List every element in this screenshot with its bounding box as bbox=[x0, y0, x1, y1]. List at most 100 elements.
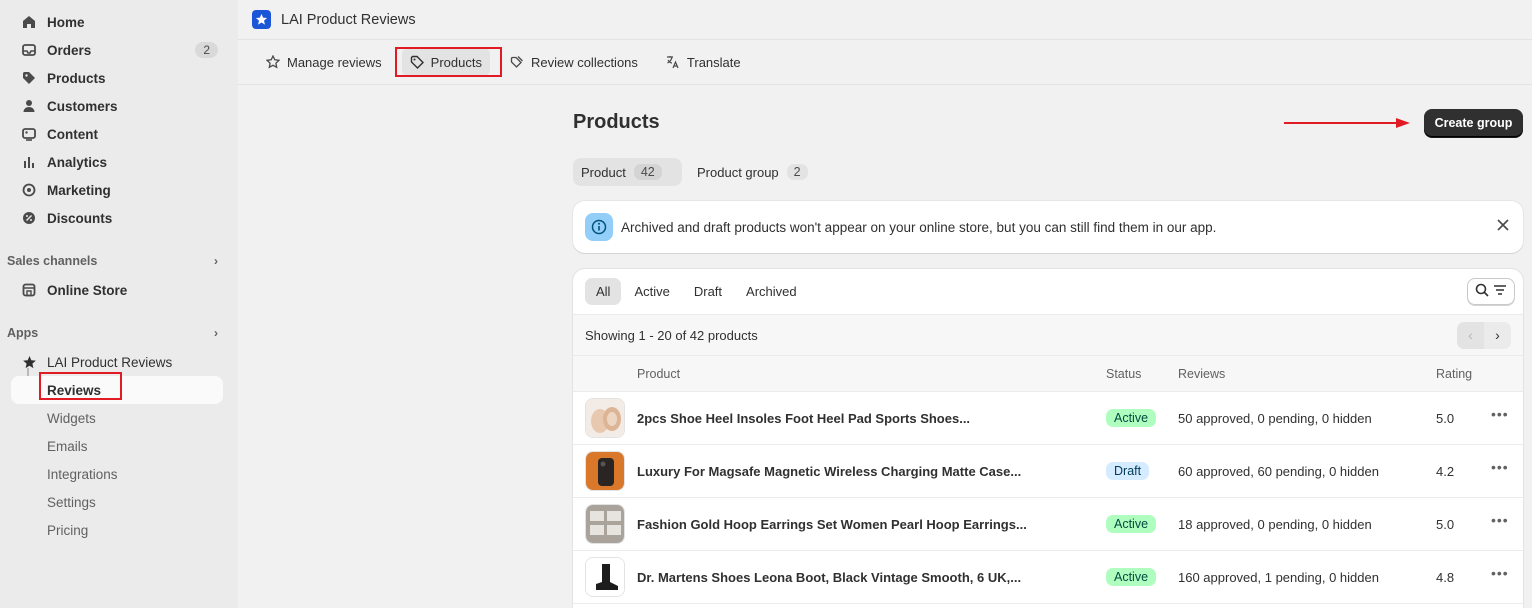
filter-bar: All Active Draft Archived bbox=[573, 269, 1523, 314]
sidebar-item-analytics[interactable]: Analytics bbox=[0, 148, 238, 176]
sidebar-subitem-label: Settings bbox=[47, 494, 96, 510]
product-name[interactable]: Luxury For Magsafe Magnetic Wireless Cha… bbox=[637, 464, 1021, 479]
product-thumbnail bbox=[585, 451, 625, 491]
tab-manage-reviews[interactable]: Manage reviews bbox=[258, 48, 390, 76]
filter-lines-icon bbox=[1493, 284, 1507, 299]
tab-translate[interactable]: Translate bbox=[658, 48, 749, 76]
info-banner: Archived and draft products won't appear… bbox=[573, 201, 1523, 253]
sidebar-subitem-pricing[interactable]: Pricing bbox=[0, 516, 238, 544]
target-icon bbox=[21, 182, 37, 198]
filter-all[interactable]: All bbox=[585, 278, 622, 305]
sidebar-item-content[interactable]: Content bbox=[0, 120, 238, 148]
sidebar-subitem-integrations[interactable]: Integrations bbox=[0, 460, 238, 488]
column-header-product: Product bbox=[637, 366, 681, 381]
sidebar-item-products[interactable]: Products bbox=[0, 64, 238, 92]
sidebar-subitem-widgets[interactable]: Widgets bbox=[0, 404, 238, 432]
more-actions-icon[interactable]: ••• bbox=[1491, 406, 1509, 422]
banner-text: Archived and draft products won't appear… bbox=[621, 219, 1217, 235]
create-group-button[interactable]: Create group bbox=[1424, 109, 1523, 137]
table-row[interactable]: Fashion Gold Hoop Earrings Set Women Pea… bbox=[573, 498, 1523, 551]
reviews-summary: 160 approved, 1 pending, 0 hidden bbox=[1178, 569, 1379, 585]
sidebar: Home Orders 2 Products Customers Content… bbox=[0, 0, 238, 608]
status-badge: Active bbox=[1106, 568, 1157, 586]
discount-icon bbox=[21, 210, 37, 226]
chevron-right-icon[interactable]: › bbox=[1484, 321, 1511, 349]
sidebar-subitem-settings[interactable]: Settings bbox=[0, 488, 238, 516]
segment-label: Product group bbox=[697, 164, 779, 180]
filter-archived[interactable]: Archived bbox=[735, 278, 808, 305]
sidebar-item-label: Home bbox=[47, 14, 85, 30]
filter-active[interactable]: Active bbox=[623, 278, 680, 305]
page-title: Products bbox=[573, 111, 660, 133]
product-thumbnail bbox=[585, 398, 625, 438]
pagination-bar: Showing 1 - 20 of 42 products ‹ › bbox=[573, 314, 1523, 355]
product-name[interactable]: Dr. Martens Shoes Leona Boot, Black Vint… bbox=[637, 570, 1021, 585]
annotation-highlight-products-tab bbox=[395, 47, 502, 77]
filter-draft[interactable]: Draft bbox=[683, 278, 733, 305]
status-badge: Active bbox=[1106, 515, 1157, 533]
segment-label: Product bbox=[581, 164, 626, 180]
reviews-summary: 50 approved, 0 pending, 0 hidden bbox=[1178, 410, 1372, 426]
rating-value: 5.0 bbox=[1436, 410, 1455, 426]
sales-channels-section[interactable]: Sales channels › bbox=[0, 248, 238, 274]
search-filter-button[interactable] bbox=[1467, 278, 1515, 305]
chevron-right-icon: › bbox=[214, 326, 218, 340]
segment-product-group[interactable]: Product group 2 bbox=[689, 158, 816, 186]
sidebar-subitem-label: Integrations bbox=[47, 466, 118, 482]
annotation-highlight-reviews bbox=[39, 372, 122, 400]
chevron-left-icon[interactable]: ‹ bbox=[1457, 321, 1484, 349]
column-header-reviews: Reviews bbox=[1178, 366, 1226, 381]
app-logo-icon bbox=[252, 10, 271, 29]
chevron-right-icon: › bbox=[214, 254, 218, 268]
table-row[interactable]: Luxury For Magsafe Magnetic Wireless Cha… bbox=[573, 445, 1523, 498]
pager: ‹ › bbox=[1457, 321, 1511, 349]
sidebar-subitem-label: Widgets bbox=[47, 410, 96, 426]
segment-count: 42 bbox=[633, 164, 662, 180]
sidebar-item-online-store[interactable]: Online Store bbox=[0, 276, 238, 304]
more-actions-icon[interactable]: ••• bbox=[1491, 565, 1509, 581]
home-icon bbox=[21, 14, 37, 30]
products-table-card: All Active Draft Archived Showing 1 - 20… bbox=[573, 269, 1523, 608]
sidebar-item-label: LAI Product Reviews bbox=[47, 354, 173, 370]
tab-label: Review collections bbox=[530, 54, 638, 70]
more-actions-icon[interactable]: ••• bbox=[1491, 512, 1509, 528]
sidebar-item-orders[interactable]: Orders 2 bbox=[0, 36, 238, 64]
segment-count: 2 bbox=[786, 164, 808, 180]
product-thumbnail bbox=[585, 504, 625, 544]
table-row[interactable]: 2pcs Shoe Heel Insoles Foot Heel Pad Spo… bbox=[573, 392, 1523, 445]
more-actions-icon[interactable]: ••• bbox=[1491, 459, 1509, 475]
product-name[interactable]: 2pcs Shoe Heel Insoles Foot Heel Pad Spo… bbox=[637, 411, 970, 426]
info-icon bbox=[585, 213, 613, 241]
segment-product[interactable]: Product 42 bbox=[573, 158, 682, 186]
section-label: Sales channels bbox=[7, 254, 98, 268]
sidebar-item-label: Orders bbox=[47, 42, 92, 58]
star-icon bbox=[266, 55, 280, 69]
product-name[interactable]: Fashion Gold Hoop Earrings Set Women Pea… bbox=[637, 517, 1027, 532]
sidebar-item-discounts[interactable]: Discounts bbox=[0, 204, 238, 232]
table-header: Product Status Reviews Rating bbox=[573, 355, 1523, 392]
app-header: LAI Product Reviews bbox=[238, 0, 1532, 40]
sidebar-item-home[interactable]: Home bbox=[0, 8, 238, 36]
content-icon bbox=[21, 126, 37, 142]
section-label: Apps bbox=[7, 326, 39, 340]
tab-review-collections[interactable]: Review collections bbox=[502, 48, 646, 76]
close-icon[interactable] bbox=[1497, 218, 1509, 236]
sidebar-item-label: Content bbox=[47, 126, 98, 142]
status-badge: Active bbox=[1106, 409, 1157, 427]
tab-label: Manage reviews bbox=[287, 54, 382, 70]
annotation-arrow-icon bbox=[1284, 118, 1410, 128]
sidebar-item-label: Products bbox=[47, 70, 106, 86]
rating-value: 4.8 bbox=[1436, 569, 1455, 585]
apps-section[interactable]: Apps › bbox=[0, 320, 238, 346]
table-row[interactable]: Dr. Martens Shoes Leona Boot, Black Vint… bbox=[573, 551, 1523, 604]
sidebar-subitem-label: Pricing bbox=[47, 522, 89, 538]
product-thumbnail bbox=[585, 557, 625, 597]
column-header-rating: Rating bbox=[1436, 366, 1473, 381]
sidebar-item-marketing[interactable]: Marketing bbox=[0, 176, 238, 204]
inbox-icon bbox=[21, 42, 37, 58]
sidebar-item-label: Analytics bbox=[47, 154, 108, 170]
sidebar-item-customers[interactable]: Customers bbox=[0, 92, 238, 120]
rating-value: 5.0 bbox=[1436, 516, 1455, 532]
sidebar-subitem-emails[interactable]: Emails bbox=[0, 432, 238, 460]
collection-icon bbox=[510, 55, 524, 69]
